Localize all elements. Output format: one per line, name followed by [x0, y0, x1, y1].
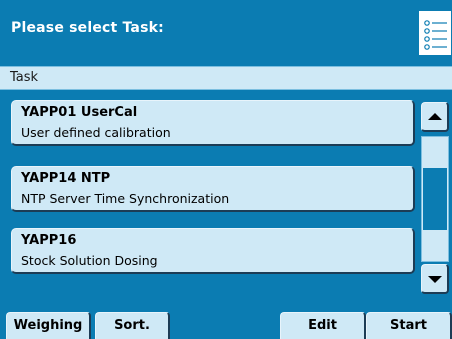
list-menu-icon[interactable] — [418, 11, 451, 55]
task-description: User defined calibration — [21, 125, 171, 140]
task-name: YAPP16 — [21, 233, 77, 248]
arrow-up-icon — [428, 113, 442, 120]
weighing-button[interactable]: Weighing — [6, 312, 91, 339]
edit-button[interactable]: Edit — [280, 312, 366, 339]
task-name: YAPP14 NTP — [21, 171, 111, 186]
task-item-yapp01[interactable]: YAPP01 UserCal User defined calibration — [11, 100, 415, 146]
arrow-down-icon — [428, 276, 442, 283]
column-header: Task — [0, 66, 452, 90]
header-bar: Please select Task: — [0, 0, 452, 66]
task-description: Stock Solution Dosing — [21, 253, 158, 268]
scrollbar-thumb[interactable] — [423, 168, 447, 230]
task-item-yapp14[interactable]: YAPP14 NTP NTP Server Time Synchronizati… — [11, 166, 415, 212]
column-header-label: Task — [10, 70, 39, 85]
task-description: NTP Server Time Synchronization — [21, 191, 230, 206]
scroll-up-button[interactable] — [421, 102, 449, 132]
page-title: Please select Task: — [11, 20, 164, 36]
task-name: YAPP01 UserCal — [21, 105, 138, 120]
start-button[interactable]: Start — [366, 312, 452, 339]
task-item-yapp16[interactable]: YAPP16 Stock Solution Dosing — [11, 228, 415, 274]
task-selection-screen: Please select Task: Task YAPP01 UserCal … — [0, 0, 452, 339]
scrollbar-track[interactable] — [421, 136, 449, 262]
scroll-down-button[interactable] — [421, 264, 449, 294]
footer-bar: Weighing Sort. Edit Start — [0, 302, 452, 339]
sort-button[interactable]: Sort. — [95, 312, 170, 339]
